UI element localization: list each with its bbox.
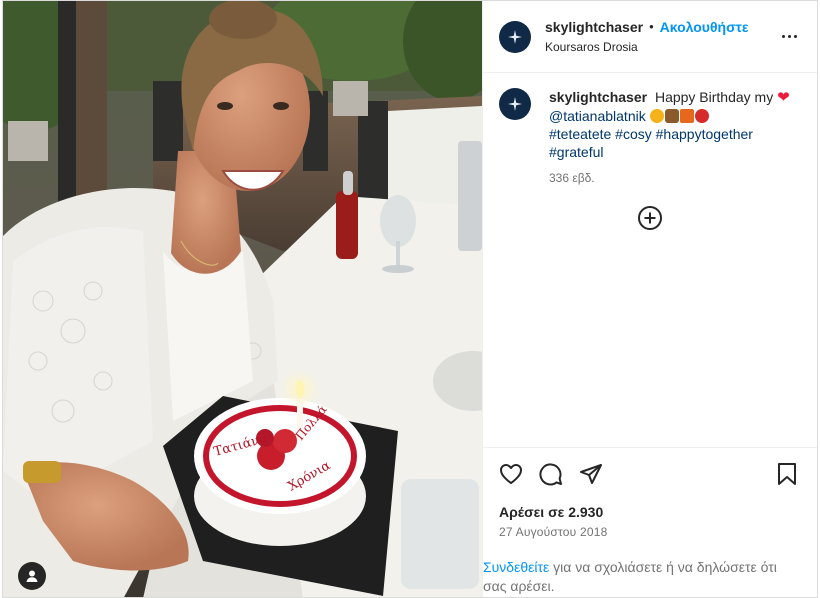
- post-date[interactable]: 27 Αυγούστου 2018: [499, 525, 607, 539]
- post-location[interactable]: Koursaros Drosia: [545, 38, 749, 56]
- author-username[interactable]: skylightchaser: [545, 18, 643, 36]
- author-avatar[interactable]: [499, 20, 531, 53]
- kiss-emoji-icon: [649, 109, 664, 123]
- birthday-photo-illustration: Τατιάνα Χρόνια Πολλά: [3, 1, 482, 597]
- hashtag-link[interactable]: #teteatete: [549, 126, 611, 142]
- caption-avatar[interactable]: [499, 88, 531, 120]
- login-prompt: Συνδεθείτε για να σχολιάσετε ή να δηλώσε…: [483, 558, 795, 596]
- plus-circle-icon[interactable]: [638, 206, 662, 230]
- user-tag-button[interactable]: [18, 562, 46, 590]
- share-icon: [580, 464, 602, 484]
- post-actions: Αρέσει σε 2.930 27 Αυγούστου 2018 Συνδεθ…: [483, 447, 817, 597]
- compass-star-icon: [508, 29, 522, 44]
- separator-dot: •: [649, 18, 654, 34]
- heart-emoji: ❤: [777, 89, 790, 106]
- caption-text: skylightchaser Happy Birthday my ❤ @tati…: [549, 88, 799, 187]
- caption-greeting: Happy Birthday my: [654, 89, 774, 105]
- hashtag-link[interactable]: #grateful: [549, 144, 603, 160]
- caption-username[interactable]: skylightchaser: [549, 89, 647, 105]
- comment-button[interactable]: [539, 462, 565, 488]
- caption-row: skylightchaser Happy Birthday my ❤ @tati…: [499, 88, 801, 187]
- post-header: skylightchaser • Ακολουθήστε Koursaros D…: [483, 1, 817, 73]
- hashtag-link[interactable]: #happytogether: [656, 126, 753, 142]
- user-tag-icon: [26, 570, 38, 582]
- post-side-panel: skylightchaser • Ακολουθήστε Koursaros D…: [482, 1, 817, 597]
- gift-emoji-icon: [679, 109, 694, 123]
- hashtag-link[interactable]: #cosy: [615, 126, 652, 142]
- balloon-emoji-icon: [694, 109, 709, 123]
- like-button[interactable]: [499, 462, 525, 488]
- login-link[interactable]: Συνδεθείτε: [483, 559, 549, 575]
- save-button[interactable]: [775, 462, 801, 488]
- likes-count[interactable]: Αρέσει σε 2.930: [499, 504, 603, 520]
- compass-star-icon: [508, 97, 522, 111]
- comment-icon: [539, 463, 562, 486]
- bookmark-icon: [778, 463, 796, 485]
- post-photo[interactable]: Τατιάνα Χρόνια Πολλά: [3, 1, 482, 597]
- follow-button[interactable]: Ακολουθήστε: [660, 18, 749, 36]
- instagram-post: Τατιάνα Χρόνια Πολλά skylightchaser • Ακ…: [2, 0, 818, 598]
- mention-link[interactable]: @tatianablatnik: [549, 108, 646, 124]
- comments-section: skylightchaser Happy Birthday my ❤ @tati…: [483, 74, 817, 446]
- more-options-icon[interactable]: [782, 35, 797, 38]
- share-button[interactable]: [579, 462, 605, 488]
- cake-emoji-icon: [664, 109, 679, 123]
- heart-icon: [500, 464, 522, 484]
- caption-time-ago[interactable]: 336 εβδ.: [549, 169, 799, 187]
